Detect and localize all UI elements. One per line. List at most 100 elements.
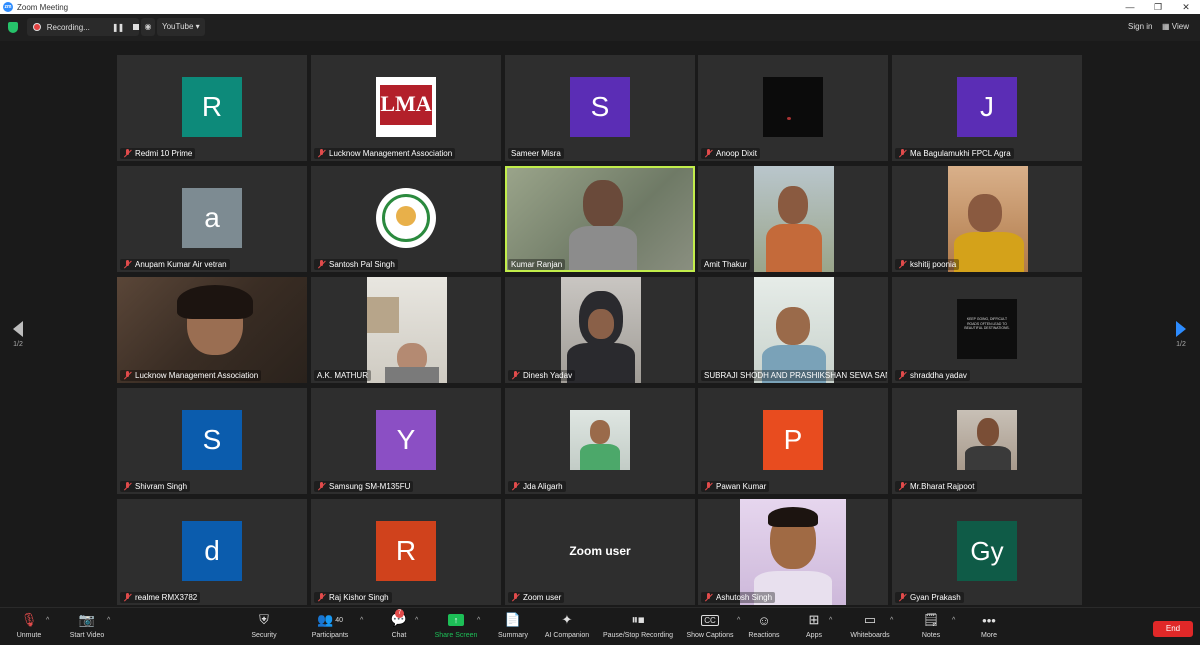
- pause-stop-recording-button[interactable]: ⏸⏹ Pause/Stop Recording: [600, 611, 676, 639]
- recording-indicator: Recording... ❚❚: [27, 18, 139, 36]
- participants-button[interactable]: 👥 40 Participants: [306, 611, 354, 639]
- video-tile[interactable]: A.K. MATHUR: [311, 277, 501, 383]
- gallery-view: 1/2 1/2 R Redmi 10 Prime LMA Lucknow Man…: [0, 41, 1200, 607]
- notes-icon: 🗒: [922, 612, 940, 627]
- stop-recording-icon[interactable]: [133, 24, 139, 30]
- share-options-chevron-icon[interactable]: ^: [477, 617, 480, 624]
- participant-name: shraddha yadav: [895, 370, 970, 381]
- window-title: Zoom Meeting: [17, 2, 69, 12]
- participant-name: Jda Aligarh: [508, 481, 566, 492]
- muted-mic-icon: [898, 593, 907, 602]
- video-off-icon: 📷: [78, 612, 96, 627]
- chat-unread-badge: 7: [395, 609, 404, 618]
- apps-icon: ⊞: [808, 612, 820, 627]
- pause-stop-recording-icon: ⏸⏹: [631, 612, 645, 627]
- video-tile[interactable]: a Anupam Kumar Air vetran: [117, 166, 307, 272]
- end-meeting-button[interactable]: End: [1153, 621, 1193, 637]
- participant-logo: LMA: [376, 77, 436, 137]
- meeting-controls-toolbar: 🎙 Unmute ^ 📷 Start Video ^ ⛨ Security 👥 4…: [0, 607, 1200, 645]
- video-tile[interactable]: Jda Aligarh: [505, 388, 695, 494]
- start-video-button[interactable]: 📷 Start Video: [64, 611, 110, 639]
- next-page-button[interactable]: 1/2: [1173, 321, 1189, 348]
- video-tile-active-speaker[interactable]: Kumar Ranjan: [505, 166, 695, 272]
- chat-options-chevron-icon[interactable]: ^: [415, 617, 418, 624]
- pause-recording-icon[interactable]: ❚❚: [112, 23, 124, 32]
- video-tile[interactable]: Mr.Bharat Rajpoot: [892, 388, 1082, 494]
- video-tile[interactable]: kshitij poonia: [892, 166, 1082, 272]
- unmute-button[interactable]: 🎙 Unmute: [10, 611, 48, 639]
- muted-mic-icon: [511, 482, 520, 491]
- participant-avatar: Y: [376, 410, 436, 470]
- video-tile[interactable]: P Pawan Kumar: [698, 388, 888, 494]
- more-ellipsis-icon: •••: [982, 612, 996, 628]
- apps-options-chevron-icon[interactable]: ^: [829, 617, 832, 624]
- participant-name: Santosh Pal Singh: [314, 259, 398, 270]
- security-button[interactable]: ⛨ Security: [246, 611, 282, 639]
- whiteboards-button[interactable]: ▭ Whiteboards: [848, 611, 892, 639]
- whiteboards-options-chevron-icon[interactable]: ^: [890, 617, 893, 624]
- previous-page-button[interactable]: 1/2: [10, 321, 26, 348]
- video-tile[interactable]: Santosh Pal Singh: [311, 166, 501, 272]
- participant-avatar: R: [182, 77, 242, 137]
- participants-icon: 👥: [317, 612, 334, 627]
- video-tile[interactable]: Zoom user Zoom user: [505, 499, 695, 605]
- grid-view-icon: ▦: [1162, 22, 1172, 31]
- video-options-chevron-icon[interactable]: ^: [107, 617, 110, 624]
- view-button[interactable]: ▦ View: [1158, 18, 1193, 36]
- ai-companion-button[interactable]: ✦ AI Companion: [540, 611, 594, 639]
- minimize-icon[interactable]: —: [1116, 0, 1144, 14]
- share-screen-button[interactable]: ↑ Share Screen: [432, 611, 480, 639]
- closed-captions-icon: CC: [701, 614, 719, 626]
- video-tile[interactable]: S Sameer Misra: [505, 55, 695, 161]
- more-button[interactable]: ••• More: [976, 611, 1002, 640]
- video-tile[interactable]: SUBRAJI SHODH AND PRASHIKSHAN SEWA SANS.…: [698, 277, 888, 383]
- participant-name: Ma Bagulamukhi FPCL Agra: [895, 148, 1014, 159]
- muted-microphone-icon: 🎙: [20, 612, 38, 627]
- captions-options-chevron-icon[interactable]: ^: [737, 617, 740, 624]
- participant-name: Kumar Ranjan: [508, 259, 566, 270]
- participant-logo: [376, 188, 436, 248]
- ai-sparkle-icon: ✦: [561, 612, 573, 627]
- video-tile[interactable]: Gy Gyan Prakash: [892, 499, 1082, 605]
- live-stream-icon[interactable]: ◉: [141, 18, 155, 36]
- video-tile[interactable]: J Ma Bagulamukhi FPCL Agra: [892, 55, 1082, 161]
- video-tile[interactable]: Lucknow Management Association: [117, 277, 307, 383]
- video-tile[interactable]: S Shivram Singh: [117, 388, 307, 494]
- summary-button[interactable]: 📄 Summary: [494, 611, 532, 639]
- youtube-stream-dropdown[interactable]: YouTube ▾: [157, 18, 205, 36]
- video-tile[interactable]: Ashutosh Singh: [698, 499, 888, 605]
- maximize-icon[interactable]: ❐: [1144, 0, 1172, 14]
- participant-avatar: Gy: [957, 521, 1017, 581]
- video-tile[interactable]: Dinesh Yadav: [505, 277, 695, 383]
- participant-video: [957, 410, 1017, 470]
- sign-in-button[interactable]: Sign in: [1122, 18, 1158, 36]
- summary-icon: 📄: [504, 612, 522, 627]
- reactions-button[interactable]: ☺ Reactions: [746, 611, 782, 640]
- participant-video: [367, 277, 447, 383]
- muted-mic-icon: [317, 482, 326, 491]
- notes-button[interactable]: 🗒 Notes: [918, 611, 944, 639]
- smiley-reaction-icon: ☺: [757, 612, 771, 628]
- close-icon[interactable]: ✕: [1172, 0, 1200, 14]
- chat-button[interactable]: 💬 7 Chat: [386, 609, 412, 639]
- audio-options-chevron-icon[interactable]: ^: [46, 617, 49, 624]
- muted-mic-icon: [317, 260, 326, 269]
- video-tile[interactable]: LMA Lucknow Management Association: [311, 55, 501, 161]
- video-tile[interactable]: Anoop Dixit: [698, 55, 888, 161]
- video-tile[interactable]: Y Samsung SM-M135FU: [311, 388, 501, 494]
- video-tile[interactable]: d realme RMX3782: [117, 499, 307, 605]
- participant-name: Gyan Prakash: [895, 592, 964, 603]
- video-tile[interactable]: KEEP GOING, DIFFICULT ROADS OFTEN LEAD T…: [892, 277, 1082, 383]
- video-tile[interactable]: R Raj Kishor Singh: [311, 499, 501, 605]
- participant-poster: KEEP GOING, DIFFICULT ROADS OFTEN LEAD T…: [957, 299, 1017, 359]
- show-captions-button[interactable]: CC Show Captions: [684, 611, 736, 639]
- notes-options-chevron-icon[interactable]: ^: [952, 617, 955, 624]
- encryption-shield-icon[interactable]: [8, 22, 18, 33]
- participant-video: [948, 166, 1028, 272]
- participant-video: [754, 166, 834, 272]
- participant-video: [763, 77, 823, 137]
- video-tile[interactable]: R Redmi 10 Prime: [117, 55, 307, 161]
- apps-button[interactable]: ⊞ Apps: [802, 611, 826, 639]
- participants-options-chevron-icon[interactable]: ^: [360, 617, 363, 624]
- video-tile[interactable]: Amit Thakur: [698, 166, 888, 272]
